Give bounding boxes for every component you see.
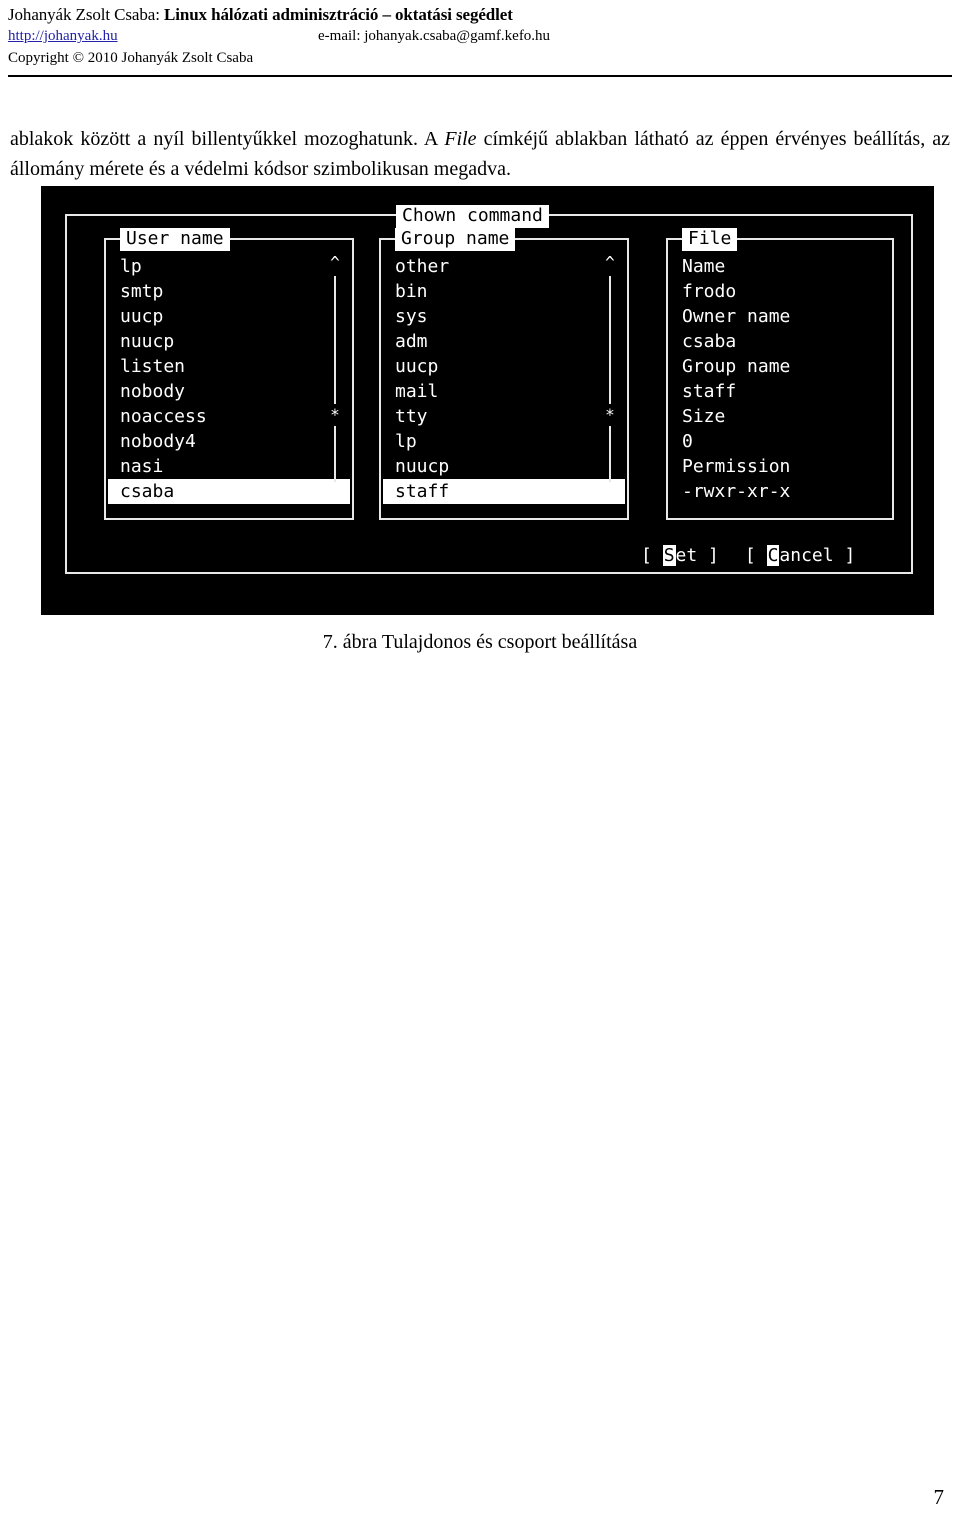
cancel-button-label-rest: ancel <box>779 545 845 566</box>
header-copyright: Copyright © 2010 Johanyák Zsolt Csaba <box>8 50 254 66</box>
cancel-button-bracket-open: [ <box>744 545 767 566</box>
user-name-scrollbar[interactable]: ^ * + <box>328 255 342 514</box>
file-info-value-permission: -rwxr-xr-x <box>682 481 791 502</box>
header-divider-rule <box>8 75 952 77</box>
scroll-up-icon[interactable]: ^ <box>603 255 617 271</box>
group-name-items[interactable]: other bin sys adm uucp mail tty lp nuucp… <box>381 254 627 504</box>
list-item[interactable]: listen <box>106 354 352 379</box>
set-button-bracket-close: ] <box>708 545 719 566</box>
header-author: Johanyák Zsolt Csaba: <box>8 5 164 24</box>
list-item[interactable]: noaccess <box>106 404 352 429</box>
file-info-value-owner: csaba <box>682 331 737 352</box>
list-item[interactable]: uucp <box>106 304 352 329</box>
list-item[interactable]: bin <box>381 279 627 304</box>
list-item-selected[interactable]: csaba <box>108 479 350 504</box>
set-button-label-rest: et <box>675 545 709 566</box>
list-item[interactable]: sys <box>381 304 627 329</box>
body-emphasis-file: File <box>444 128 477 150</box>
scrollbar-track-lower <box>609 426 611 482</box>
user-name-listbox-title: User name <box>120 228 230 251</box>
header-contact-line: http://johanyak.hu e-mail: johanyak.csab… <box>8 26 952 47</box>
body-paragraph: ablakok között a nyíl billentyűkkel mozo… <box>10 124 950 184</box>
user-name-listbox[interactable]: User name lp smtp uucp nuucp listen nobo… <box>104 228 354 520</box>
file-info-label-permission: Permission <box>682 456 791 477</box>
file-info-value-name: frodo <box>682 281 737 302</box>
file-info-label-group: Group name <box>682 356 791 377</box>
list-item-selected[interactable]: staff <box>383 479 625 504</box>
page-number: 7 <box>933 1485 945 1509</box>
scroll-down-icon[interactable]: + <box>603 485 617 501</box>
scroll-down-icon[interactable]: + <box>328 485 342 501</box>
figure-terminal-screenshot: Chown command User name lp smtp uucp nuu… <box>41 186 934 615</box>
scroll-thumb-icon[interactable]: * <box>328 407 342 423</box>
group-name-listbox[interactable]: Group name other bin sys adm uucp mail t… <box>379 228 629 520</box>
list-item[interactable]: smtp <box>106 279 352 304</box>
header-email: e-mail: johanyak.csaba@gamf.kefo.hu <box>318 28 551 44</box>
list-item[interactable]: mail <box>381 379 627 404</box>
scroll-thumb-icon[interactable]: * <box>603 407 617 423</box>
scrollbar-track-lower <box>334 426 336 482</box>
file-info-value-size: 0 <box>682 431 693 452</box>
set-button[interactable]: [ Set ] <box>641 544 719 568</box>
document-header: Johanyák Zsolt Csaba: Linux hálózati adm… <box>8 4 952 68</box>
list-item[interactable]: adm <box>381 329 627 354</box>
user-name-items[interactable]: lp smtp uucp nuucp listen nobody noacces… <box>106 254 352 504</box>
list-item[interactable]: nuucp <box>381 454 627 479</box>
list-item[interactable]: lp <box>381 429 627 454</box>
header-url-link[interactable]: http://johanyak.hu <box>8 28 118 44</box>
list-item[interactable]: nobody <box>106 379 352 404</box>
list-item[interactable]: lp <box>106 254 352 279</box>
header-title-line: Johanyák Zsolt Csaba: Linux hálózati adm… <box>8 4 952 25</box>
chown-dialog-title: Chown command <box>396 205 549 228</box>
file-infobox-title: File <box>682 228 738 251</box>
dialog-button-row: [ Set ][ Cancel ] <box>641 544 881 568</box>
file-info-label-name: Name <box>682 256 726 277</box>
set-button-bracket-open: [ <box>641 545 663 566</box>
list-item[interactable]: uucp <box>381 354 627 379</box>
set-button-hotkey: S <box>662 545 676 566</box>
list-item[interactable]: nobody4 <box>106 429 352 454</box>
cancel-button-bracket-close: ] <box>844 545 856 566</box>
header-work-title: Linux hálózati adminisztráció – oktatási… <box>163 5 513 24</box>
body-text-part1: ablakok között a nyíl billentyűkkel mozo… <box>10 128 445 150</box>
list-item[interactable]: other <box>381 254 627 279</box>
cancel-button[interactable]: [ Cancel ] <box>745 544 855 568</box>
list-item[interactable]: tty <box>381 404 627 429</box>
group-name-scrollbar[interactable]: ^ * + <box>603 255 617 514</box>
list-item[interactable]: nasi <box>106 454 352 479</box>
file-info-items: Name frodo Owner name csaba Group name s… <box>668 254 892 504</box>
figure-caption: 7. ábra Tulajdonos és csoport beállítása <box>322 631 638 653</box>
scrollbar-track-upper <box>609 276 611 404</box>
file-info-label-size: Size <box>682 406 726 427</box>
file-info-value-group: staff <box>682 381 737 402</box>
scrollbar-track-upper <box>334 276 336 404</box>
list-item[interactable]: nuucp <box>106 329 352 354</box>
scroll-up-icon[interactable]: ^ <box>328 255 342 271</box>
cancel-button-hotkey: C <box>766 545 780 566</box>
terminal-screen: Chown command User name lp smtp uucp nuu… <box>41 186 934 615</box>
file-info-label-owner: Owner name <box>682 306 791 327</box>
file-infobox: File Name frodo Owner name csaba Group n… <box>666 228 894 520</box>
group-name-listbox-title: Group name <box>395 228 516 251</box>
